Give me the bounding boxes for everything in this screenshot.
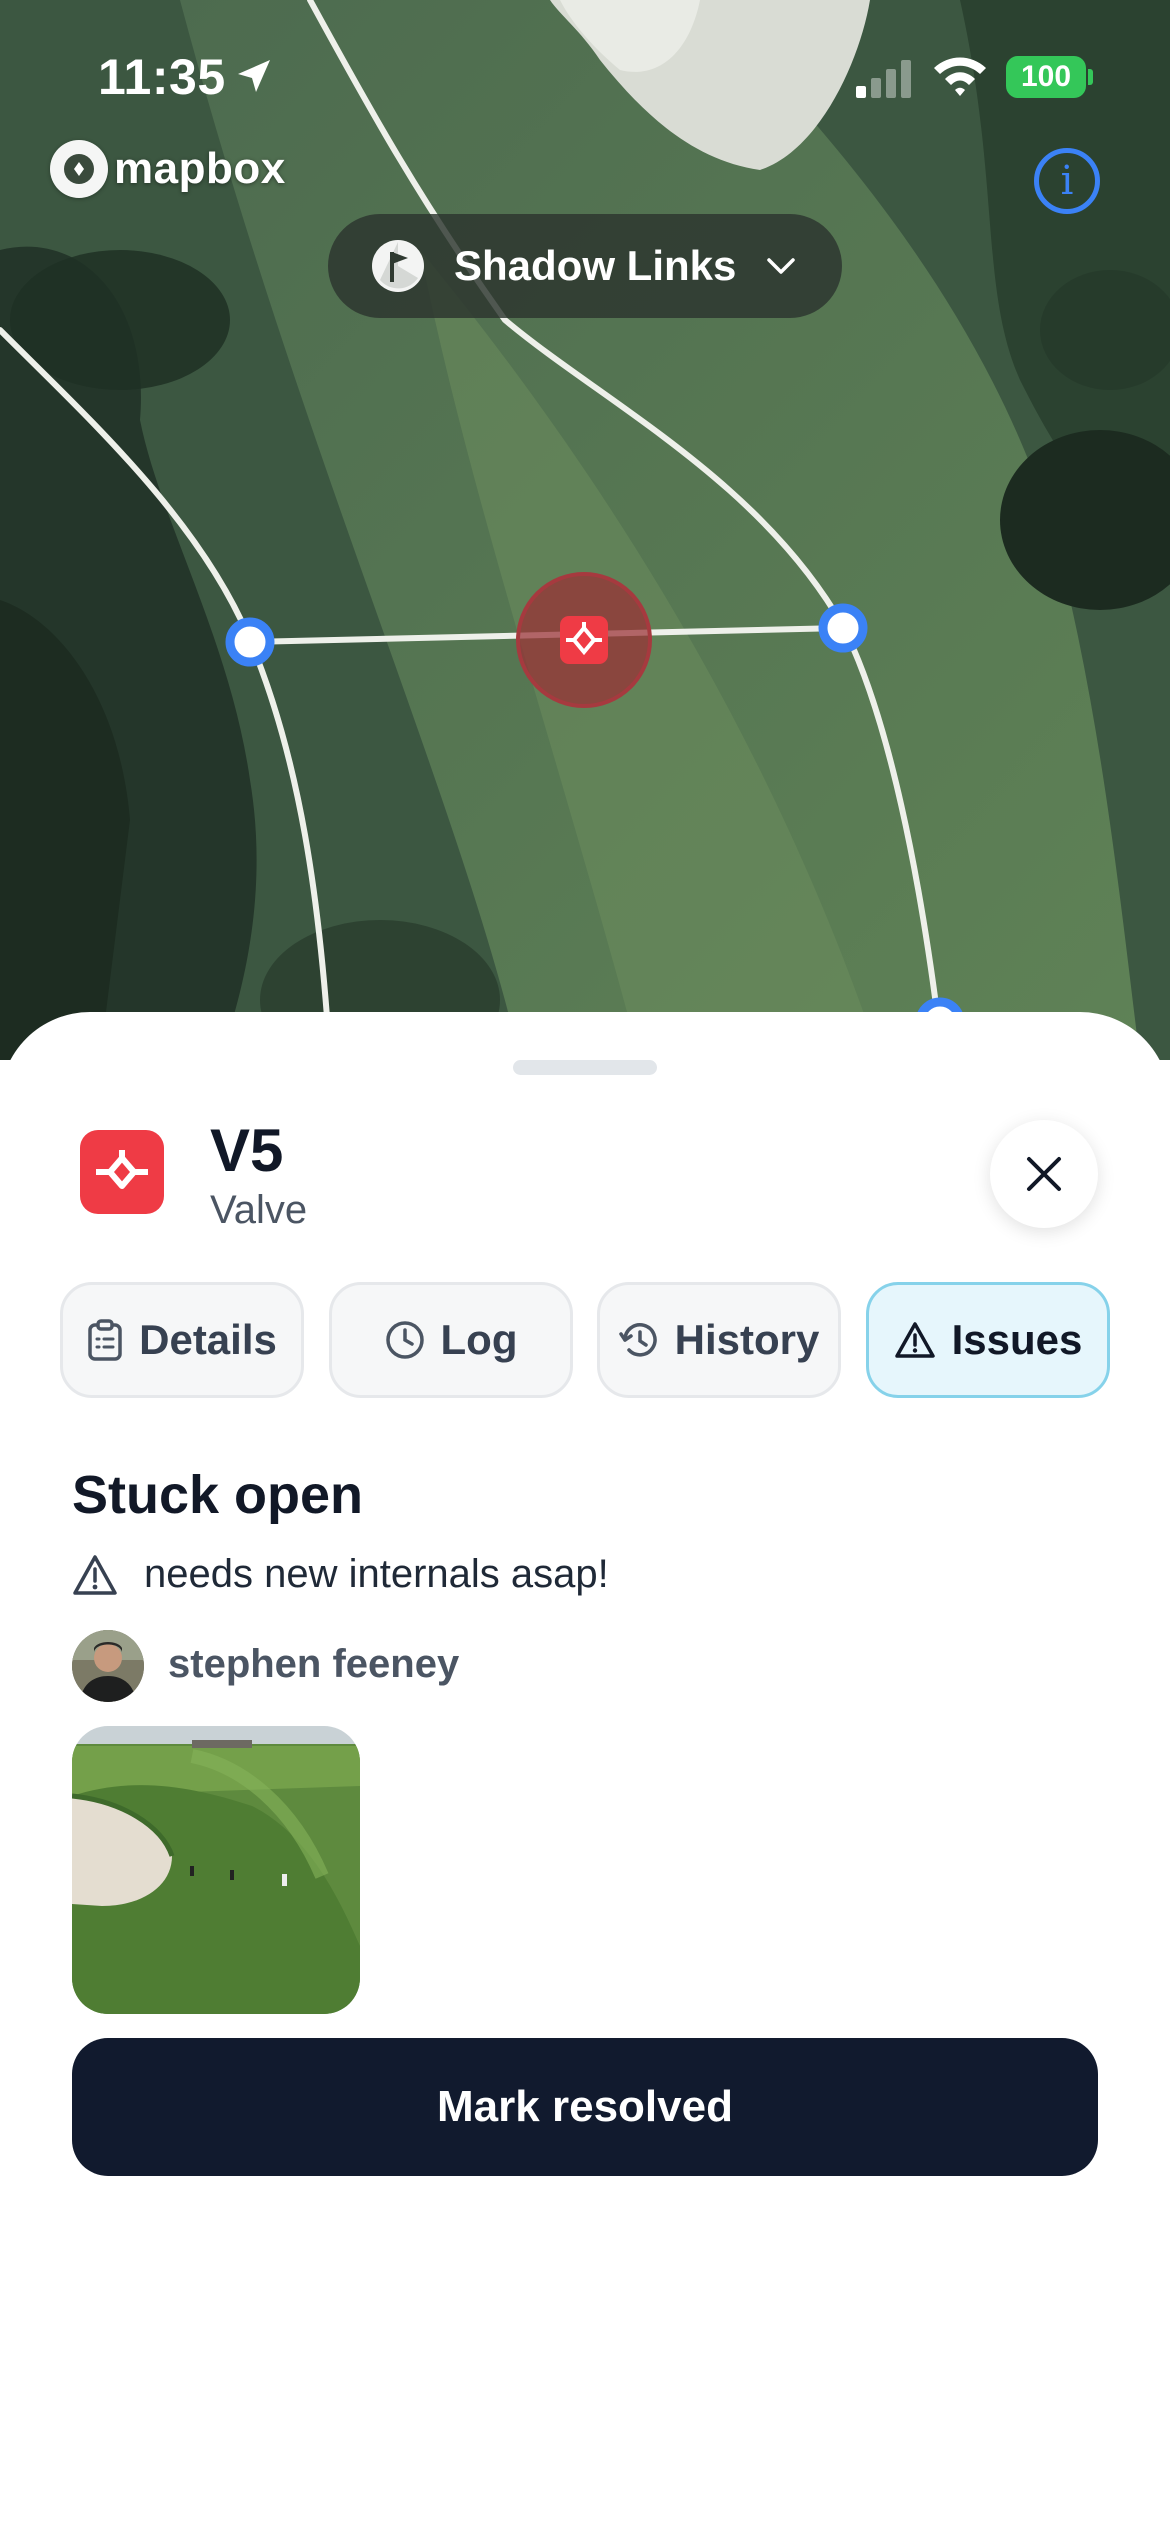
tab-log[interactable]: Log xyxy=(329,1282,573,1398)
status-bar: 11:35 100 xyxy=(0,0,1170,150)
tab-details[interactable]: Details xyxy=(60,1282,304,1398)
info-icon: i xyxy=(1060,158,1074,204)
mapbox-logo: mapbox xyxy=(50,140,286,198)
battery-tip xyxy=(1088,69,1093,85)
issue-title: Stuck open xyxy=(72,1465,364,1525)
map-info-button[interactable]: i xyxy=(1034,148,1100,214)
mapbox-wordmark: mapbox xyxy=(114,144,286,193)
mark-resolved-label: Mark resolved xyxy=(437,2082,733,2131)
issue-photo[interactable] xyxy=(72,1726,360,2014)
tab-history[interactable]: History xyxy=(597,1282,841,1398)
chevron-down-icon xyxy=(767,258,796,274)
cellular-signal-icon xyxy=(856,60,911,98)
course-name: Shadow Links xyxy=(454,242,737,289)
course-flag-icon xyxy=(372,240,424,292)
asset-type: Valve xyxy=(210,1188,308,1232)
tab-label: Issues xyxy=(951,1316,1083,1363)
clipboard-icon xyxy=(88,1319,122,1361)
tab-label: Log xyxy=(440,1316,518,1363)
tab-label: Details xyxy=(139,1316,277,1363)
tab-issues[interactable]: Issues xyxy=(866,1282,1110,1398)
selected-valve-marker[interactable] xyxy=(516,572,652,708)
asset-detail-sheet: V5 Valve Details Log History Issues Stuc… xyxy=(0,1012,1170,2532)
map-view[interactable]: 11:35 100 mapbox i Shadow Links xyxy=(0,0,1170,1060)
avatar xyxy=(72,1630,144,1702)
close-button[interactable] xyxy=(990,1120,1098,1228)
course-selector[interactable]: Shadow Links xyxy=(328,214,842,318)
mapbox-icon xyxy=(50,140,108,198)
mark-resolved-button[interactable]: Mark resolved xyxy=(72,2038,1098,2176)
asset-title: V5 xyxy=(210,1117,284,1184)
warning-icon xyxy=(73,1555,117,1595)
status-time: 11:35 xyxy=(98,49,226,105)
clock-icon xyxy=(385,1321,424,1359)
wifi-icon xyxy=(934,57,986,96)
history-icon xyxy=(618,1323,657,1357)
reporter-name: stephen feeney xyxy=(168,1642,460,1686)
close-icon xyxy=(1027,1157,1061,1191)
issue-description: needs new internals asap! xyxy=(144,1552,609,1596)
sheet-grabber[interactable] xyxy=(513,1060,657,1075)
warning-icon xyxy=(894,1322,935,1358)
valve-icon xyxy=(80,1130,164,1214)
location-arrow-icon xyxy=(238,60,270,92)
tab-label: History xyxy=(674,1316,820,1363)
battery-indicator: 100 xyxy=(1006,56,1086,98)
